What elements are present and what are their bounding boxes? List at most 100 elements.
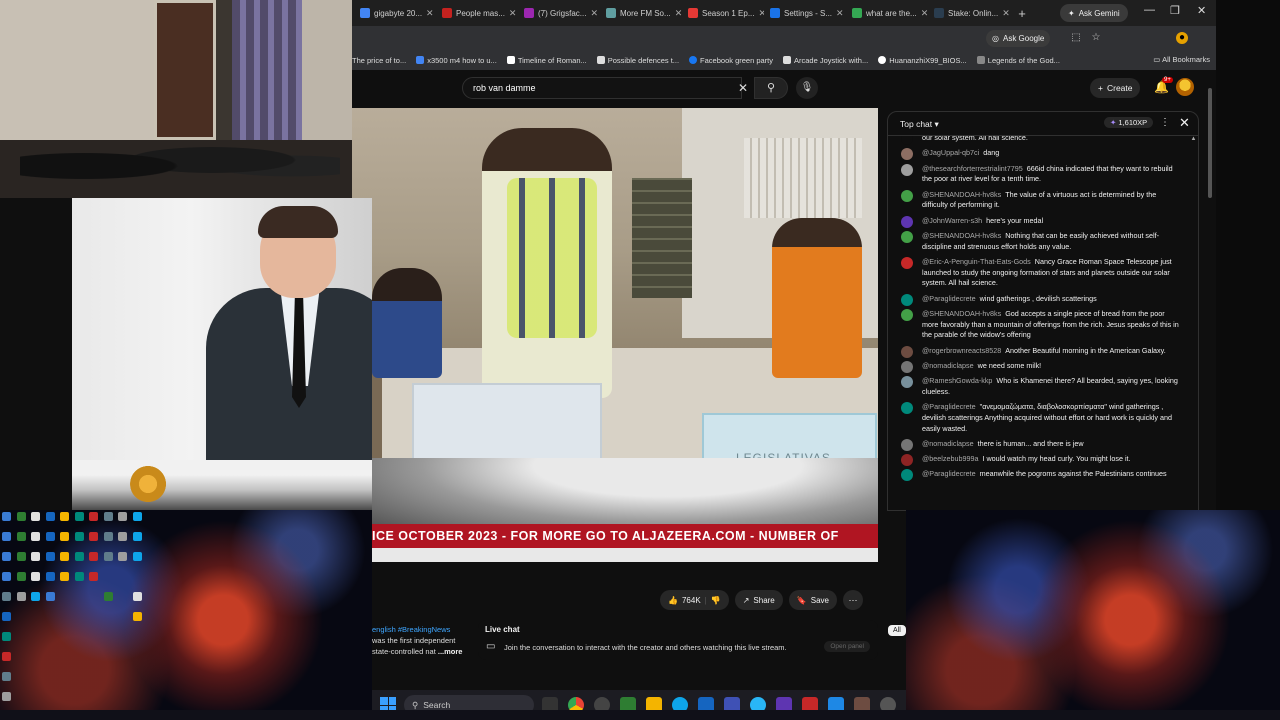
chat-author[interactable]: @SHENANDOAH-hv8ks bbox=[922, 309, 1001, 318]
avatar[interactable] bbox=[901, 136, 913, 145]
maximize-icon[interactable]: ❐ bbox=[1170, 4, 1180, 17]
ask-google-button[interactable]: ◎ Ask Google bbox=[986, 30, 1051, 47]
avatar[interactable] bbox=[901, 376, 913, 389]
avatar[interactable] bbox=[901, 345, 913, 358]
tab-close-icon[interactable]: ✕ bbox=[590, 8, 598, 19]
chat-author[interactable]: @JagUppal-qb7ci bbox=[922, 148, 979, 157]
desktop-shortcut-icon[interactable] bbox=[2, 512, 11, 521]
bookmark-item[interactable]: Legends of the God... bbox=[976, 56, 1060, 65]
tab-close-icon[interactable]: ✕ bbox=[426, 8, 434, 19]
all-bookmarks-button[interactable]: ▭ All Bookmarks bbox=[1153, 55, 1210, 64]
desktop-shortcut-icon[interactable] bbox=[74, 532, 84, 541]
browser-tab[interactable]: Season 1 Ep... ✕ bbox=[684, 2, 764, 24]
desktop-shortcut-icon[interactable] bbox=[89, 552, 98, 561]
bookmark-item[interactable]: Facebook green party bbox=[689, 56, 773, 65]
avatar[interactable] bbox=[1176, 78, 1194, 96]
avatar[interactable] bbox=[901, 293, 913, 306]
chat-author[interactable]: @thesearchforterrestrialint7795 bbox=[922, 164, 1023, 173]
desktop-shortcut-icon[interactable] bbox=[45, 552, 55, 561]
chat-author[interactable]: @nomadiclapse bbox=[922, 361, 974, 370]
chat-author[interactable]: @SHENANDOAH-hv8ks bbox=[922, 190, 1001, 199]
tab-close-icon[interactable]: ✕ bbox=[758, 8, 764, 19]
desktop-shortcut-icon[interactable] bbox=[132, 612, 142, 621]
desktop-shortcut-icon[interactable] bbox=[118, 532, 127, 541]
avatar[interactable] bbox=[901, 148, 913, 161]
bookmark-item[interactable]: x3500 m4 how to u... bbox=[416, 56, 497, 65]
filter-chip-all[interactable]: All bbox=[888, 625, 906, 636]
desktop-shortcut-icon[interactable] bbox=[103, 552, 113, 561]
show-more-link[interactable]: ...more bbox=[438, 647, 463, 656]
desktop-shortcut-icon[interactable] bbox=[60, 572, 69, 581]
profile-icon[interactable]: ● bbox=[1176, 32, 1188, 44]
chat-author[interactable]: @RameshGowda-kkp bbox=[922, 376, 992, 385]
browser-tab[interactable]: More FM So... ✕ bbox=[602, 2, 682, 24]
chat-author[interactable]: @Paraglidecrete bbox=[922, 402, 976, 411]
voice-search-button[interactable]: 🎙 bbox=[796, 77, 818, 99]
avatar[interactable] bbox=[901, 189, 913, 202]
desktop-shortcut-icon[interactable] bbox=[2, 552, 11, 561]
avatar[interactable] bbox=[901, 308, 913, 321]
desktop-shortcut-icon[interactable] bbox=[2, 612, 11, 621]
desktop-shortcut-icon[interactable] bbox=[103, 592, 113, 601]
desktop-shortcut-icon[interactable] bbox=[132, 512, 142, 521]
save-button[interactable]: 🔖 Save bbox=[788, 590, 837, 610]
chat-mode-dropdown[interactable]: Top chat ▾ bbox=[900, 119, 939, 130]
scrollbar-thumb[interactable] bbox=[1208, 88, 1212, 198]
desktop-shortcut-icon[interactable] bbox=[60, 552, 69, 561]
tab-close-icon[interactable]: ✕ bbox=[921, 8, 928, 19]
more-actions-icon[interactable]: ⋯ bbox=[842, 590, 863, 610]
video-description[interactable]: english #BreakingNews was the first inde… bbox=[372, 624, 472, 657]
minimize-icon[interactable]: — bbox=[1144, 4, 1155, 16]
desktop-shortcut-icon[interactable] bbox=[31, 532, 40, 541]
more-options-icon[interactable]: ⋮ bbox=[1160, 117, 1170, 128]
desktop-shortcut-icon[interactable] bbox=[60, 512, 69, 521]
desktop-shortcut-icon[interactable] bbox=[16, 552, 26, 561]
chat-author[interactable]: @Eric-A-Penguin-That-Eats-Gods bbox=[922, 257, 1031, 266]
desktop-shortcut-icon[interactable] bbox=[16, 592, 26, 601]
tab-close-icon[interactable]: ✕ bbox=[509, 8, 517, 19]
avatar[interactable] bbox=[901, 215, 913, 228]
desktop-shortcut-icon[interactable] bbox=[118, 512, 127, 521]
bookmark-item[interactable]: The price of to... bbox=[352, 56, 406, 65]
desktop-shortcut-icon[interactable] bbox=[89, 512, 98, 521]
share-button[interactable]: ↗ Share bbox=[734, 590, 783, 610]
desktop-shortcut-icon[interactable] bbox=[2, 672, 11, 681]
thumbs-down-icon[interactable]: 👎 bbox=[711, 596, 721, 605]
bookmark-star-icon[interactable]: ☆ bbox=[1090, 32, 1102, 44]
desktop-shortcut-icon[interactable] bbox=[132, 592, 142, 601]
browser-tab[interactable]: what are the... ✕ bbox=[848, 2, 928, 24]
chat-scrollbar[interactable]: ▲ bbox=[1189, 136, 1198, 510]
xp-badge[interactable]: ✦ 1,610XP bbox=[1104, 117, 1154, 128]
chat-author[interactable]: @nomadiclapse bbox=[922, 439, 974, 448]
desktop-shortcut-icon[interactable] bbox=[2, 532, 11, 541]
chat-author[interactable]: @rogerbrownreacts8528 bbox=[922, 346, 1001, 355]
search-button[interactable]: ⚲ bbox=[754, 77, 788, 99]
desktop-shortcut-icon[interactable] bbox=[45, 592, 55, 601]
desktop-shortcut-icon[interactable] bbox=[16, 572, 26, 581]
desktop-shortcut-icon[interactable] bbox=[31, 552, 40, 561]
desktop-shortcut-icon[interactable] bbox=[2, 592, 11, 601]
desktop-shortcut-icon[interactable] bbox=[16, 532, 26, 541]
avatar[interactable] bbox=[901, 469, 913, 482]
tab-close-icon[interactable]: ✕ bbox=[1002, 8, 1010, 19]
desktop-shortcut-icon[interactable] bbox=[132, 552, 142, 561]
desktop-shortcut-icon[interactable] bbox=[74, 512, 84, 521]
avatar[interactable] bbox=[901, 454, 913, 467]
desktop-shortcut-icon[interactable] bbox=[103, 532, 113, 541]
open-panel-button[interactable]: Open panel bbox=[824, 641, 870, 652]
desktop-shortcut-icon[interactable] bbox=[74, 572, 84, 581]
desktop-shortcut-icon[interactable] bbox=[45, 512, 55, 521]
desktop-shortcut-icon[interactable] bbox=[60, 532, 69, 541]
desktop-shortcut-icon[interactable] bbox=[31, 572, 40, 581]
desktop-shortcut-icon[interactable] bbox=[103, 512, 113, 521]
video-player[interactable]: LEGISLATIVAS ICE OCTOBER 2023 - FOR MORE… bbox=[352, 108, 878, 562]
page-scrollbar[interactable] bbox=[1206, 78, 1214, 508]
avatar[interactable] bbox=[901, 256, 913, 269]
browser-tab[interactable]: People mas... ✕ bbox=[438, 2, 518, 24]
tab-close-icon[interactable]: ✕ bbox=[675, 8, 682, 19]
scroll-up-icon[interactable]: ▲ bbox=[1189, 136, 1198, 142]
desktop-shortcut-icon[interactable] bbox=[45, 532, 55, 541]
desktop-shortcut-icon[interactable] bbox=[132, 532, 142, 541]
new-tab-button[interactable]: + bbox=[1012, 2, 1032, 24]
chat-author[interactable]: @Paraglidecrete bbox=[922, 469, 976, 478]
